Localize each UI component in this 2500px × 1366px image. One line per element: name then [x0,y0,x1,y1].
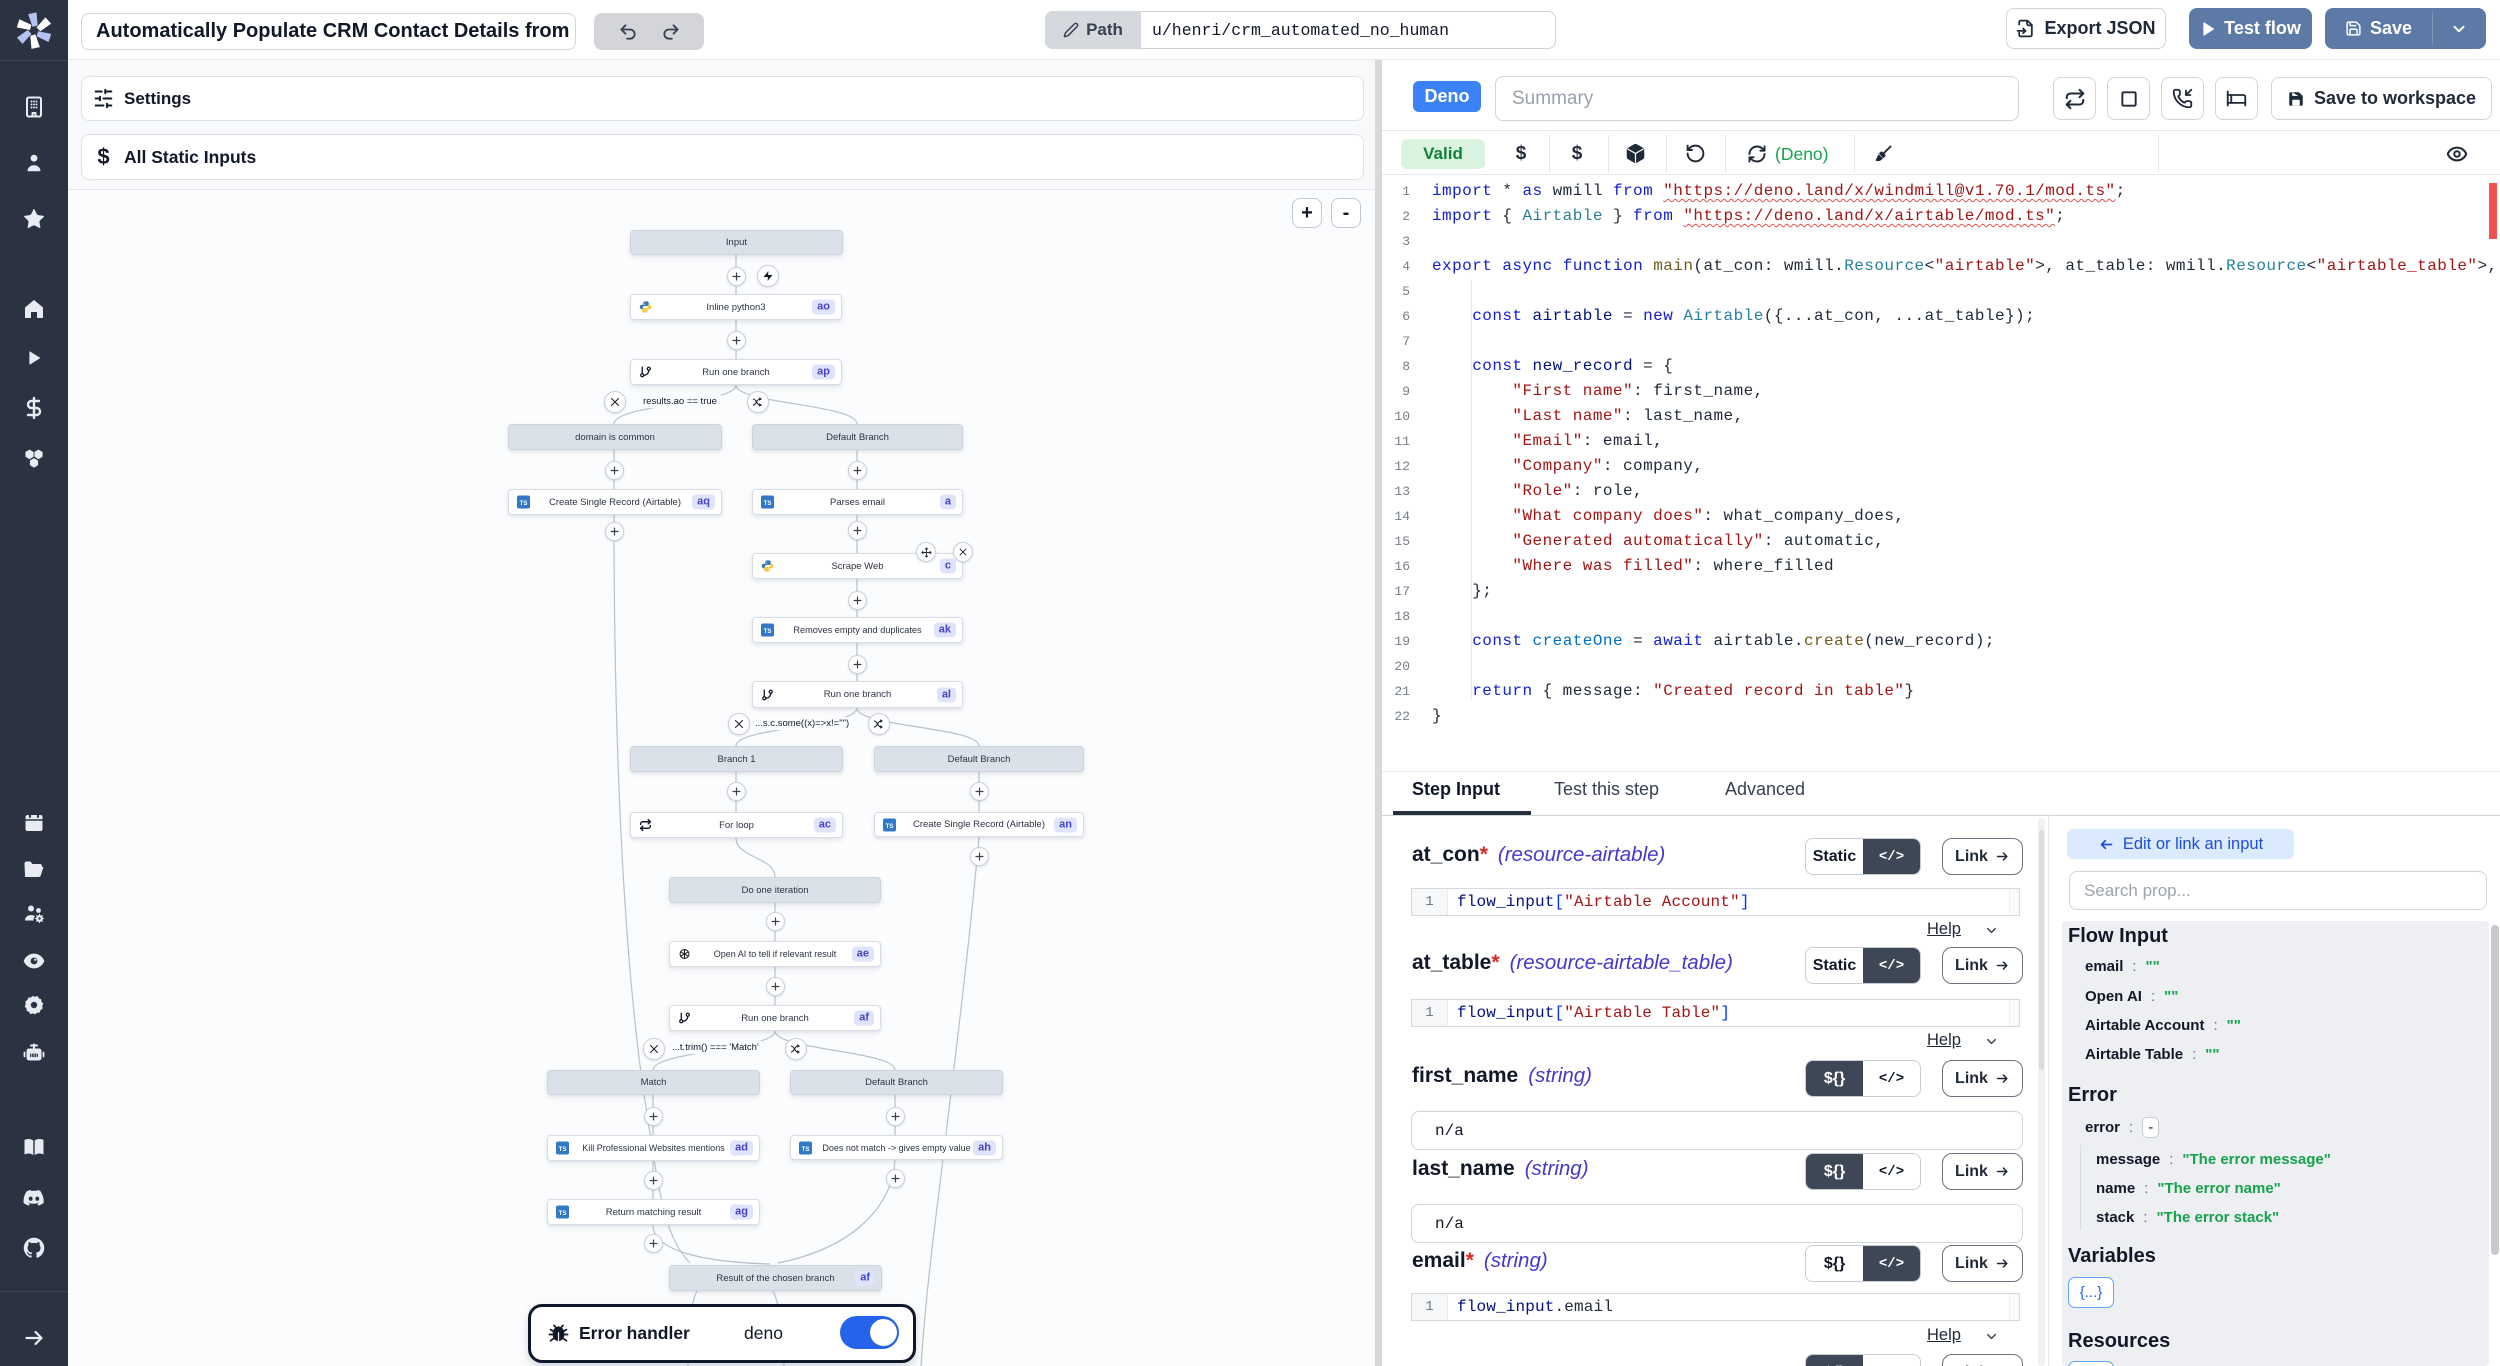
svg-text:TS: TS [559,1146,567,1153]
svg-text:TS: TS [520,500,528,507]
svg-text:TS: TS [764,500,772,507]
svg-text:TS: TS [559,1210,567,1217]
svg-text:TS: TS [764,628,772,635]
svg-text:TS: TS [886,822,894,829]
svg-text:TS: TS [802,1145,810,1152]
